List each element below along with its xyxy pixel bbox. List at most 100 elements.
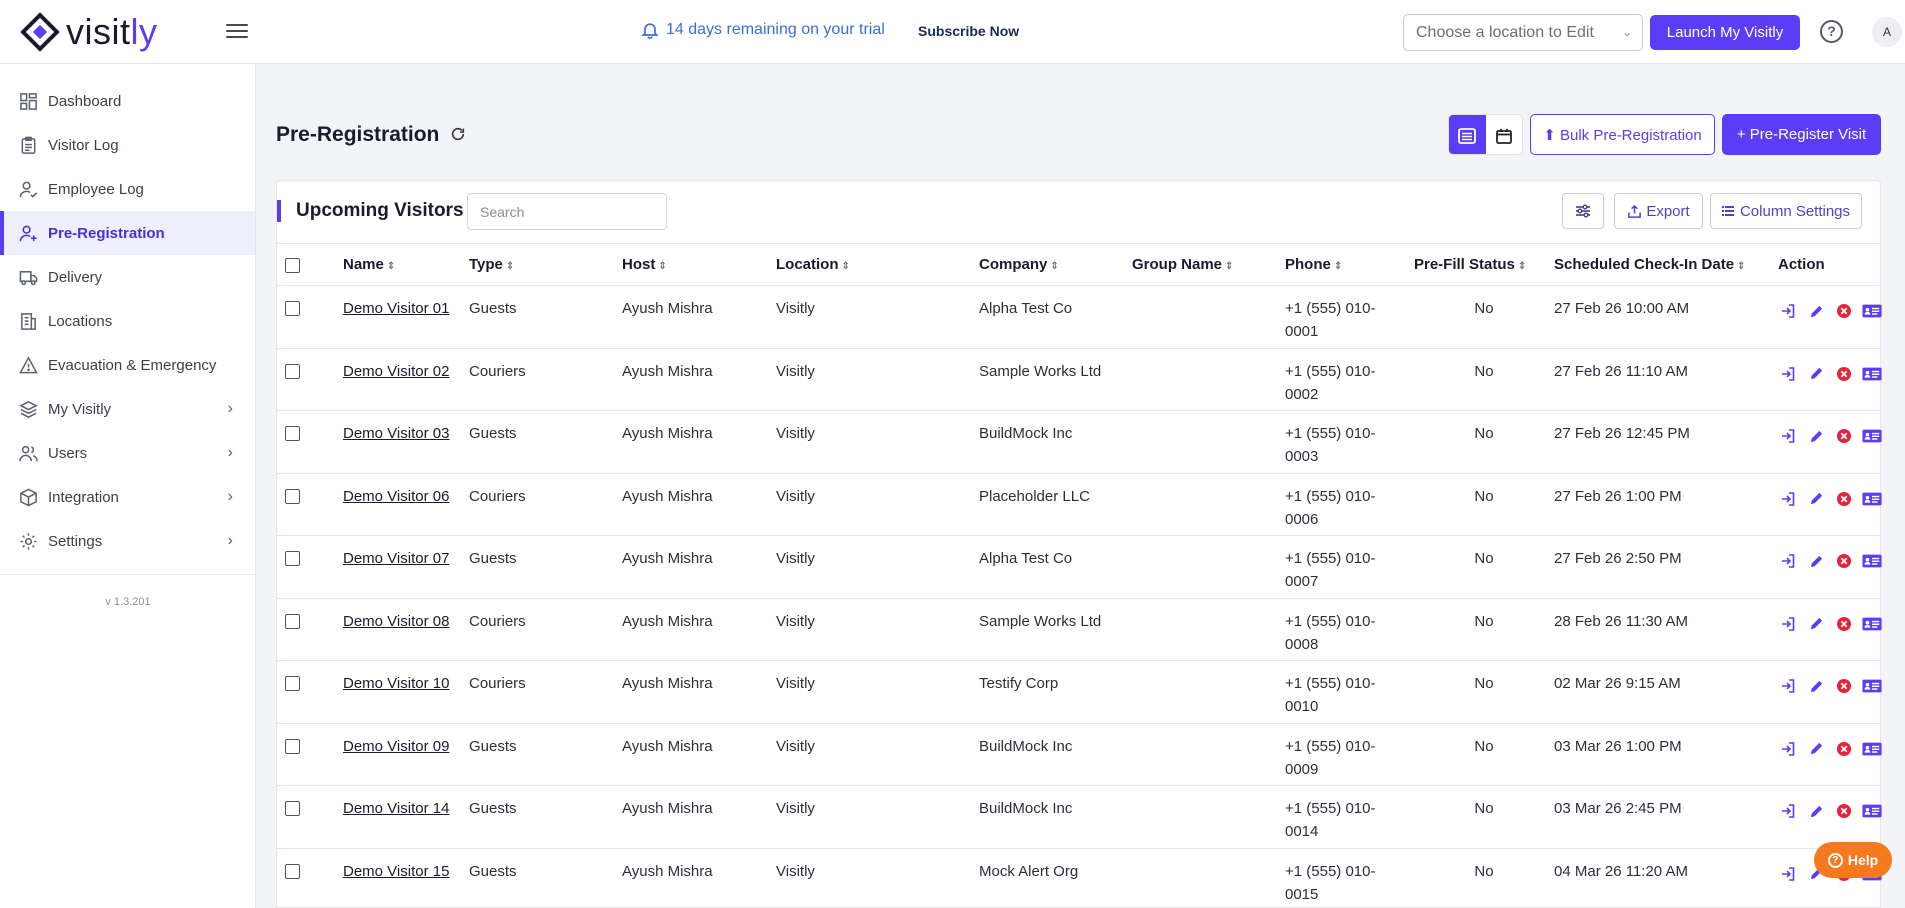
column-settings-button[interactable]: Column Settings <box>1710 193 1862 229</box>
row-checkbox[interactable] <box>285 676 300 691</box>
check-in-icon[interactable] <box>1778 739 1798 759</box>
launch-my-visitly-button[interactable]: Launch My Visitly <box>1650 15 1800 50</box>
help-chat-button[interactable]: ? Help <box>1814 842 1892 878</box>
badge-id-card-icon[interactable] <box>1862 426 1882 446</box>
row-checkbox[interactable] <box>285 301 300 316</box>
sidebar-item-evacuation-emergency[interactable]: Evacuation & Emergency <box>0 343 255 387</box>
pre-register-visit-button[interactable]: + Pre-Register Visit <box>1722 114 1881 155</box>
bulk-pre-registration-button[interactable]: ⬆︎ Bulk Pre-Registration <box>1530 114 1715 155</box>
row-checkbox[interactable] <box>285 738 300 754</box>
visitor-name-link[interactable]: Demo Visitor 06 <box>343 488 449 505</box>
badge-id-card-icon[interactable] <box>1862 739 1882 759</box>
check-in-icon[interactable] <box>1778 301 1798 321</box>
edit-pencil-icon[interactable] <box>1806 801 1826 821</box>
row-checkbox[interactable] <box>285 551 300 566</box>
check-in-icon[interactable] <box>1778 864 1798 884</box>
badge-id-card-icon[interactable] <box>1862 801 1882 821</box>
check-in-icon[interactable] <box>1778 614 1798 634</box>
col-phone[interactable]: Phone ⇕ <box>1285 244 1414 286</box>
edit-pencil-icon[interactable] <box>1806 489 1826 509</box>
col-company[interactable]: Company ⇕ <box>979 244 1132 286</box>
sidebar-item-my-visitly[interactable]: My Visitly › <box>0 387 255 431</box>
visitor-name-link[interactable]: Demo Visitor 15 <box>343 863 449 880</box>
badge-id-card-icon[interactable] <box>1862 551 1882 571</box>
sidebar-item-locations[interactable]: Locations <box>0 299 255 343</box>
row-checkbox[interactable] <box>285 801 300 816</box>
cancel-icon[interactable] <box>1834 551 1854 571</box>
edit-pencil-icon[interactable] <box>1806 614 1826 634</box>
row-checkbox[interactable] <box>285 426 300 441</box>
hamburger-menu-icon[interactable] <box>226 20 248 42</box>
badge-id-card-icon[interactable] <box>1862 301 1882 321</box>
sidebar-item-dashboard[interactable]: Dashboard <box>0 79 255 123</box>
subscribe-now-link[interactable]: Subscribe Now <box>918 23 1019 39</box>
refresh-icon[interactable] <box>450 126 466 142</box>
col-location[interactable]: Location ⇕ <box>776 244 979 286</box>
edit-pencil-icon[interactable] <box>1806 676 1826 696</box>
filter-button[interactable] <box>1562 193 1604 229</box>
cancel-icon[interactable] <box>1834 614 1854 634</box>
sidebar-item-settings[interactable]: Settings › <box>0 519 255 563</box>
visitor-name-link[interactable]: Demo Visitor 01 <box>343 300 449 317</box>
col-group-name[interactable]: Group Name ⇕ <box>1132 244 1285 286</box>
visitor-name-link[interactable]: Demo Visitor 09 <box>343 738 449 755</box>
col-scheduled-date[interactable]: Scheduled Check-In Date ⇕ <box>1554 244 1778 286</box>
col-host[interactable]: Host ⇕ <box>622 244 776 286</box>
visitor-name-link[interactable]: Demo Visitor 07 <box>343 550 449 567</box>
badge-id-card-icon[interactable] <box>1862 364 1882 384</box>
sidebar-item-employee-log[interactable]: Employee Log <box>0 167 255 211</box>
edit-pencil-icon[interactable] <box>1806 739 1826 759</box>
visitly-logo[interactable]: visitly <box>20 12 158 52</box>
visitor-name-link[interactable]: Demo Visitor 10 <box>343 675 449 692</box>
check-in-icon[interactable] <box>1778 489 1798 509</box>
search-input[interactable] <box>467 193 667 230</box>
badge-id-card-icon[interactable] <box>1862 614 1882 634</box>
cell-company: BuildMock Inc <box>979 425 1073 442</box>
cell-group-name <box>1132 536 1285 599</box>
sidebar-item-delivery[interactable]: Delivery <box>0 255 255 299</box>
edit-pencil-icon[interactable] <box>1806 426 1826 446</box>
cancel-icon[interactable] <box>1834 801 1854 821</box>
row-checkbox[interactable] <box>285 488 300 504</box>
col-prefill-status[interactable]: Pre-Fill Status ⇕ <box>1414 244 1554 286</box>
edit-pencil-icon[interactable] <box>1806 364 1826 384</box>
visitor-name-link[interactable]: Demo Visitor 03 <box>343 425 449 442</box>
edit-pencil-icon[interactable] <box>1806 301 1826 321</box>
select-all-checkbox[interactable] <box>285 257 300 273</box>
check-in-icon[interactable] <box>1778 426 1798 446</box>
location-select[interactable]: Choose a location to Edit ⌄ <box>1403 14 1643 51</box>
check-in-icon[interactable] <box>1778 551 1798 571</box>
check-in-icon[interactable] <box>1778 676 1798 696</box>
export-button[interactable]: Export <box>1614 193 1703 229</box>
sidebar-item-pre-registration[interactable]: Pre-Registration <box>0 211 255 255</box>
sidebar-item-users[interactable]: Users › <box>0 431 255 475</box>
row-checkbox[interactable] <box>285 613 300 629</box>
visitor-name-link[interactable]: Demo Visitor 08 <box>343 613 449 630</box>
cancel-icon[interactable] <box>1834 426 1854 446</box>
cancel-icon[interactable] <box>1834 364 1854 384</box>
cancel-icon[interactable] <box>1834 489 1854 509</box>
col-name[interactable]: Name ⇕ <box>343 244 469 286</box>
badge-id-card-icon[interactable] <box>1862 676 1882 696</box>
col-type[interactable]: Type ⇕ <box>469 244 622 286</box>
row-checkbox[interactable] <box>285 363 300 379</box>
avatar[interactable]: A <box>1872 17 1902 47</box>
cell-group-name <box>1132 723 1285 786</box>
calendar-view-icon[interactable] <box>1486 115 1523 154</box>
cancel-icon[interactable] <box>1834 676 1854 696</box>
check-in-icon[interactable] <box>1778 801 1798 821</box>
help-question-icon[interactable]: ? <box>1820 20 1843 43</box>
sort-icon: ⇕ <box>1517 261 1527 272</box>
visitor-name-link[interactable]: Demo Visitor 14 <box>343 800 449 817</box>
cancel-icon[interactable] <box>1834 739 1854 759</box>
sidebar-item-visitor-log[interactable]: Visitor Log <box>0 123 255 167</box>
edit-pencil-icon[interactable] <box>1806 551 1826 571</box>
cancel-icon[interactable] <box>1834 301 1854 321</box>
sidebar-item-integration[interactable]: Integration › <box>0 475 255 519</box>
check-in-icon[interactable] <box>1778 364 1798 384</box>
visitor-name-link[interactable]: Demo Visitor 02 <box>343 363 449 380</box>
badge-id-card-icon[interactable] <box>1862 489 1882 509</box>
row-checkbox[interactable] <box>285 863 300 879</box>
cell-name: Demo Visitor 06 <box>343 473 469 536</box>
list-view-icon[interactable] <box>1449 115 1486 154</box>
